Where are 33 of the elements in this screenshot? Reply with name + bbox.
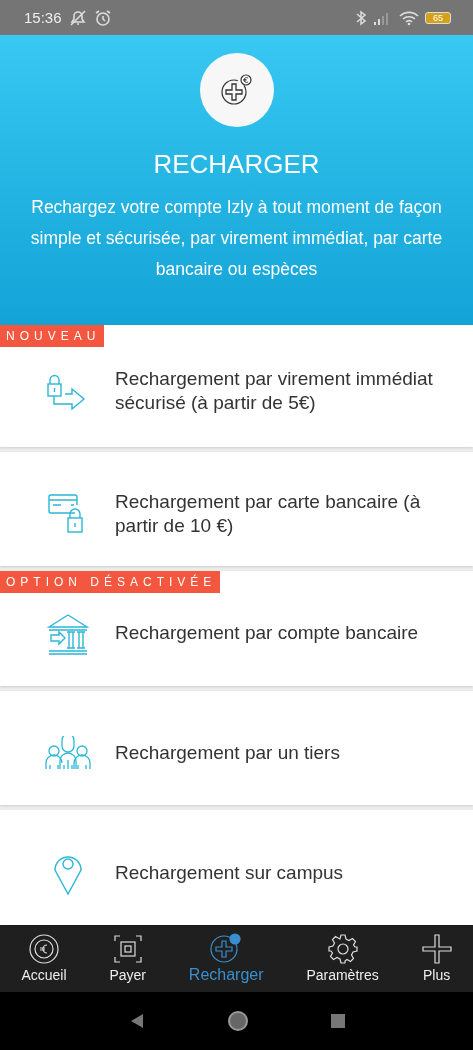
nav-tab[interactable]: Recharger bbox=[188, 933, 264, 984]
option-label: Rechargement par carte bancaire (à partir de 10 €) bbox=[115, 489, 422, 538]
bank-icon bbox=[45, 611, 91, 656]
page-description: Rechargez votre compte Izly à tout moment de façon simple et sécurisée, par virement immédiat, par carte bancaire ou espèces bbox=[29, 196, 444, 281]
clock-time: 15:36 bbox=[24, 9, 62, 26]
status-badge: NOUVEAU bbox=[0, 325, 105, 347]
settings-icon bbox=[327, 934, 358, 964]
people-icon bbox=[45, 736, 91, 771]
battery-indicator: 65 bbox=[425, 11, 451, 24]
euro-coin-icon bbox=[29, 934, 59, 964]
option-label: Rechargement sur campus bbox=[115, 860, 345, 885]
plus-icon bbox=[421, 934, 452, 964]
bluetooth-icon bbox=[355, 9, 367, 26]
topup-icon bbox=[210, 933, 243, 963]
recharge-option[interactable]: NOUVEAU Rechargement par virement immédiat sécurisé (à partir de 5€) bbox=[0, 325, 473, 447]
scan-frame-icon bbox=[112, 934, 143, 964]
home-icon[interactable] bbox=[226, 1010, 249, 1032]
recharge-option[interactable]: Rechargement par un tiers bbox=[0, 690, 473, 806]
wifi-icon bbox=[399, 9, 419, 26]
option-label: Rechargement par un tiers bbox=[115, 741, 341, 766]
alarm-icon bbox=[93, 8, 112, 27]
nav-tab[interactable]: Plus bbox=[421, 934, 452, 983]
nav-tab[interactable]: Accueil bbox=[21, 934, 67, 983]
option-label: Rechargement par virement immédiat sécurisé (à partir de 5€) bbox=[115, 366, 434, 415]
page-title: RECHARGER bbox=[153, 149, 320, 180]
recharge-option[interactable]: Rechargement par carte bancaire (à partir de 10 €) bbox=[0, 451, 473, 567]
option-label: Rechargement par compte bancaire bbox=[115, 621, 420, 646]
status-badge: OPTION DÉSACTIVÉE bbox=[0, 571, 221, 594]
nav-tab[interactable]: Payer bbox=[109, 934, 146, 983]
recent-apps-icon[interactable] bbox=[330, 1014, 345, 1028]
recharge-option[interactable]: OPTION DÉSACTIVÉE Rechargement par compte bancaire bbox=[0, 571, 473, 686]
recharge-option[interactable]: Rechargement sur campus bbox=[0, 810, 473, 925]
nav-tab[interactable]: Paramètres bbox=[306, 934, 379, 983]
